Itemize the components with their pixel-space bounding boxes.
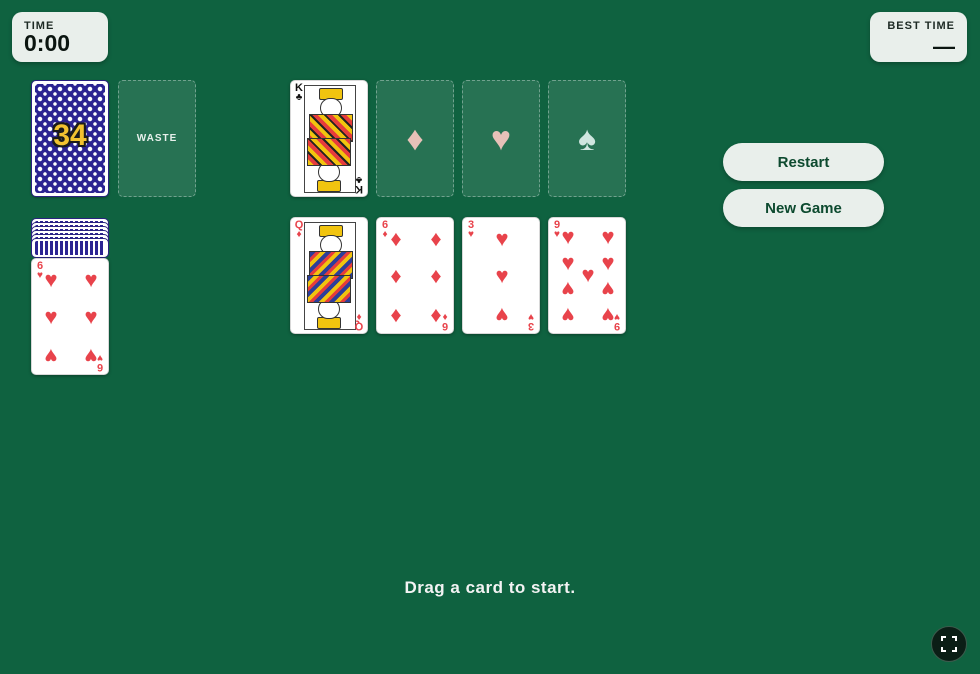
stock-pile[interactable]: 34 — [31, 80, 109, 197]
card-corner-bottom: 3 ♥ — [525, 311, 537, 332]
heart-icon: ♥ — [490, 120, 512, 158]
heart-icon: ♥ — [561, 224, 575, 249]
reserve-card-back — [31, 238, 109, 258]
card-corner-bottom: 6 ♦ — [439, 311, 451, 332]
spade-icon: ♠ — [577, 120, 597, 158]
heart-icon: ♥ — [581, 262, 595, 287]
card-corner-bottom: 6 ♥ — [94, 352, 106, 373]
heart-icon: ♥ — [468, 229, 474, 240]
stock-count: 34 — [53, 119, 87, 152]
heart-icon: ♥ — [44, 344, 58, 369]
queen-court-art — [304, 222, 356, 330]
diamond-icon: ♦ — [430, 226, 442, 251]
fullscreen-button[interactable] — [931, 626, 967, 662]
diamond-icon: ♦ — [406, 120, 424, 158]
best-time-panel: BEST TIME — — [870, 12, 967, 62]
heart-icon: ♥ — [84, 304, 98, 329]
club-icon: ♣ — [355, 174, 363, 185]
heart-icon: ♥ — [44, 267, 58, 292]
tableau-card-3[interactable]: 3 ♥ ♥ ♥ ♥ 3 ♥ — [462, 217, 540, 334]
status-message: Drag a card to start. — [404, 578, 576, 597]
best-time-label: BEST TIME — [887, 20, 955, 32]
heart-icon: ♥ — [561, 250, 575, 275]
best-time-value: — — [933, 34, 955, 59]
heart-icon: ♥ — [44, 304, 58, 329]
king-court-art — [304, 85, 356, 193]
waste-pile[interactable]: WASTE — [118, 80, 196, 197]
heart-icon: ♥ — [495, 226, 509, 251]
heart-icon: ♥ — [614, 311, 620, 322]
heart-icon: ♥ — [528, 311, 534, 322]
heart-icon: ♥ — [84, 267, 98, 292]
timer-value: 0:00 — [24, 30, 71, 56]
waste-label: WASTE — [136, 133, 178, 144]
foundation-3[interactable]: ♥ — [462, 80, 540, 197]
timer-panel: TIME 0:00 — [12, 12, 108, 62]
heart-icon: ♥ — [601, 277, 615, 302]
heart-icon: ♥ — [495, 263, 509, 288]
heart-icon: ♥ — [561, 277, 575, 302]
foundation-2[interactable]: ♦ — [376, 80, 454, 197]
reserve-top-card[interactable]: 6 ♥ ♥ ♥ ♥ ♥ ♥ ♥ 6 ♥ — [31, 258, 109, 375]
card-corner-top: 3 ♥ — [465, 220, 477, 240]
tableau-card-1[interactable]: Q ♦ Q ♦ — [290, 217, 368, 334]
foundation-4[interactable]: ♠ — [548, 80, 626, 197]
heart-icon: ♥ — [601, 250, 615, 275]
diamond-icon: ♦ — [442, 311, 448, 322]
card-corner-bottom: 9 ♥ — [611, 311, 623, 332]
card-corner-bottom: K ♣ — [353, 174, 365, 195]
foundation-1[interactable]: K ♣ K ♣ — [290, 80, 368, 197]
card-corner-bottom: Q ♦ — [353, 311, 365, 332]
heart-icon: ♥ — [495, 303, 509, 328]
diamond-icon: ♦ — [390, 226, 402, 251]
tableau-card-2[interactable]: 6 ♦ ♦ ♦ ♦ ♦ ♦ ♦ 6 ♦ — [376, 217, 454, 334]
diamond-icon: ♦ — [430, 263, 442, 288]
new-game-button[interactable]: New Game — [723, 189, 884, 227]
heart-icon: ♥ — [601, 224, 615, 249]
diamond-icon: ♦ — [390, 263, 402, 288]
tableau-card-4[interactable]: 9 ♥ ♥ ♥ ♥ ♥ ♥ ♥ ♥ ♥ ♥ 9 ♥ — [548, 217, 626, 334]
restart-button[interactable]: Restart — [723, 143, 884, 181]
diamond-icon: ♦ — [390, 302, 402, 327]
heart-icon: ♥ — [561, 303, 575, 328]
heart-icon: ♥ — [97, 352, 103, 363]
fullscreen-icon — [941, 636, 957, 652]
